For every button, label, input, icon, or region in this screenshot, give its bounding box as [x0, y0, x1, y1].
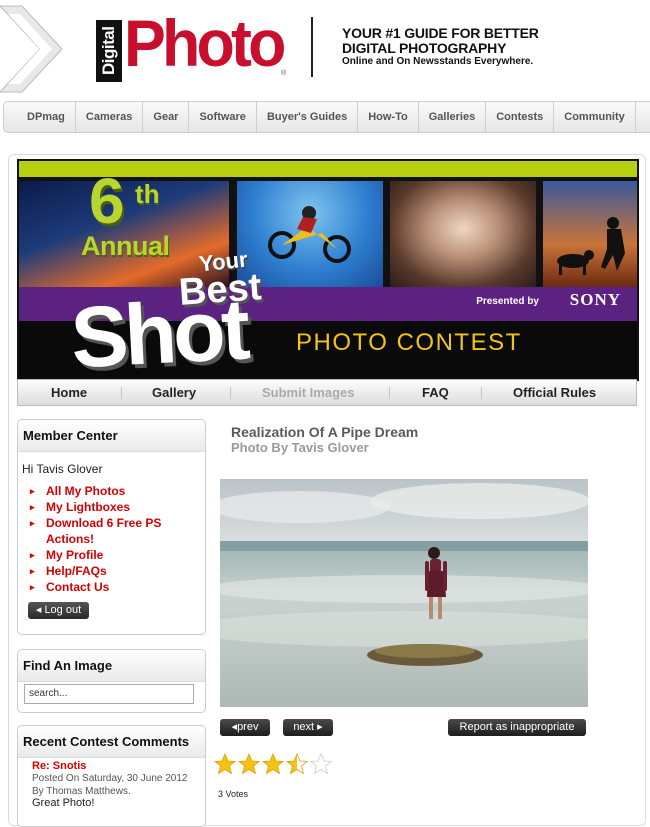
presented-by-label: Presented by	[476, 296, 539, 307]
arrow-right-icon: ▸	[30, 502, 35, 512]
tagline-line2: DIGITAL PHOTOGRAPHY	[342, 40, 507, 56]
find-image-title: Find An Image	[18, 650, 205, 682]
search-input[interactable]: search...	[24, 684, 194, 704]
banner-annual: Annual	[81, 231, 170, 261]
banner-number-6: 6	[89, 165, 125, 237]
report-button[interactable]: Report as inappropriate	[448, 719, 586, 736]
member-link-label: My Profile	[46, 548, 104, 562]
seascape-image	[220, 479, 588, 707]
contest-nav-official-rules[interactable]: Official Rules	[513, 380, 596, 405]
star-rating[interactable]	[213, 752, 333, 776]
tagline: YOUR #1 GUIDE FOR BETTER DIGITAL PHOTOGR…	[342, 26, 539, 56]
site-header: Digital Photo ® YOUR #1 GUIDE FOR BETTER…	[0, 0, 650, 98]
arrow-right-icon: ▸	[30, 486, 35, 496]
sony-logo: SONY	[569, 290, 621, 309]
logout-button[interactable]: ◂ Log out	[28, 602, 89, 619]
chevron-logo-icon	[0, 5, 63, 93]
contest-nav-separator	[121, 387, 122, 399]
main-nav: DPmag Cameras Gear Software Buyer's Guid…	[3, 101, 650, 133]
comment-meta: Posted On Saturday, 30 June 2012 By Thom…	[32, 772, 202, 798]
comment-date: Posted On Saturday, 30 June 2012	[32, 773, 188, 784]
member-link-label: Download 6 Free PS	[46, 516, 162, 530]
banner-ordinal: th	[135, 179, 160, 209]
photo-title: Realization Of A Pipe Dream	[231, 424, 419, 440]
contest-nav-gallery[interactable]: Gallery	[152, 380, 196, 405]
next-label: next	[293, 721, 315, 733]
nav-item-dpmag[interactable]: DPmag	[4, 102, 76, 132]
recent-comments-title: Recent Contest Comments	[18, 726, 205, 758]
nav-item-buyers-guides[interactable]: Buyer's Guides	[257, 102, 359, 132]
digital-photo-logo[interactable]: Digital Photo ®	[96, 8, 296, 84]
header-divider	[311, 17, 313, 77]
nav-item-gear[interactable]: Gear	[143, 102, 190, 132]
contest-nav-submit-images[interactable]: Submit Images	[262, 380, 354, 405]
member-link-all-my-photos[interactable]: ▸ All My Photos	[28, 483, 198, 499]
nav-item-galleries[interactable]: Galleries	[419, 102, 487, 132]
contest-nav-faq[interactable]: FAQ	[422, 380, 449, 405]
star-full-icon[interactable]	[261, 752, 285, 776]
member-link-contact-us[interactable]: ▸ Contact Us	[28, 579, 198, 595]
prev-button[interactable]: ◂prev	[220, 719, 270, 736]
arrow-right-icon: ▸	[30, 518, 35, 528]
member-link-help-faqs[interactable]: ▸ Help/FAQs	[28, 563, 198, 579]
banner-shot: Shot	[68, 281, 249, 381]
banner-photo-silhouette	[543, 181, 637, 287]
silhouette-icon	[557, 217, 625, 275]
photo-contest-label: PHOTO CONTEST	[296, 329, 522, 356]
logo-photo-text: Photo	[124, 6, 286, 80]
arrow-right-icon: ▸	[30, 566, 35, 576]
member-center-title: Member Center	[18, 420, 205, 452]
comment-text: Great Photo!	[32, 797, 95, 809]
nav-item-software[interactable]: Software	[189, 102, 257, 132]
member-link-my-lightboxes[interactable]: ▸ My Lightboxes	[28, 499, 198, 515]
arrow-right-icon: ▸	[30, 550, 35, 560]
prev-label: prev	[237, 721, 259, 733]
logo-digital-text: Digital	[96, 20, 122, 82]
member-link-label: My Lightboxes	[46, 500, 131, 514]
member-link-label-cont: Actions!	[46, 532, 94, 546]
star-full-icon[interactable]	[237, 752, 261, 776]
contest-photo[interactable]	[220, 479, 588, 707]
next-button[interactable]: next ▸	[283, 719, 333, 736]
contest-nav-separator	[481, 387, 482, 399]
nav-item-community[interactable]: Community	[554, 102, 636, 132]
contest-nav: Home Gallery Submit Images FAQ Official …	[17, 379, 637, 406]
arrow-right-icon: ▸	[30, 582, 35, 592]
nav-item-cameras[interactable]: Cameras	[76, 102, 144, 132]
nav-item-how-to[interactable]: How-To	[358, 102, 419, 132]
member-link-download-actions[interactable]: ▸ Download 6 Free PS Actions!	[28, 515, 198, 547]
star-full-icon[interactable]	[213, 752, 237, 776]
member-link-label: All My Photos	[46, 484, 126, 498]
member-greeting: Hi Tavis Glover	[22, 462, 103, 476]
member-link-label: Contact Us	[46, 580, 110, 594]
logout-label: Log out	[44, 604, 82, 616]
star-empty-icon[interactable]	[309, 752, 333, 776]
logo-registered-mark: ®	[281, 70, 287, 77]
caret-right-icon: ▸	[314, 721, 323, 733]
photo-byline: Photo By Tavis Glover	[231, 440, 369, 455]
contest-nav-home[interactable]: Home	[51, 380, 87, 405]
member-link-label: Help/FAQs	[46, 564, 107, 578]
contest-nav-separator	[389, 387, 390, 399]
comment-title-link[interactable]: Re: Snotis	[32, 760, 86, 772]
contest-nav-separator	[230, 387, 231, 399]
banner-photo-portrait	[390, 181, 536, 287]
tagline-sub: Online and On Newsstands Everywhere.	[342, 56, 534, 67]
member-link-my-profile[interactable]: ▸ My Profile	[28, 547, 198, 563]
tagline-line1: YOUR #1 GUIDE FOR BETTER	[342, 25, 539, 41]
nav-item-contests[interactable]: Contests	[486, 102, 555, 132]
contest-banner[interactable]: Presented by SONY PHOTO CONTEST 6 th Ann…	[17, 159, 639, 381]
votes-count: 3 Votes	[218, 789, 249, 799]
member-links: ▸ All My Photos ▸ My Lightboxes ▸ Download …	[28, 483, 198, 595]
star-half-icon[interactable]	[285, 752, 309, 776]
